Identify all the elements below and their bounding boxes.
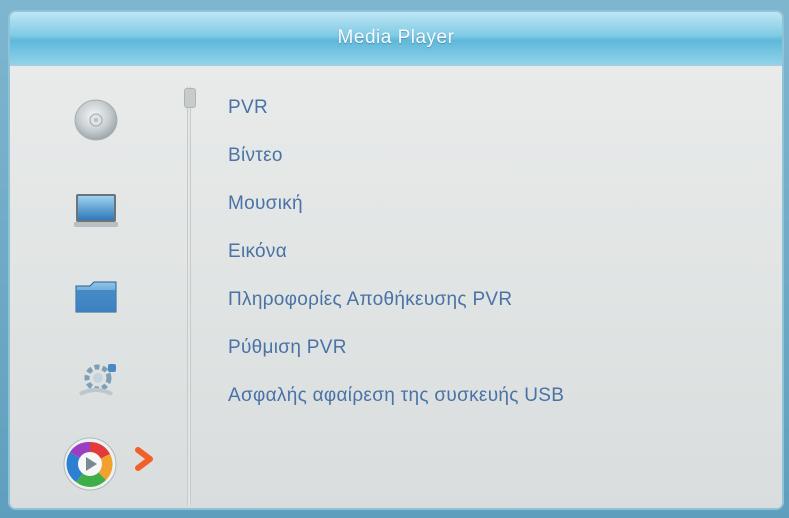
menu-item-pvr-settings[interactable]: Ρύθμιση PVR xyxy=(228,330,748,378)
content-area: PVR Βίντεο Μουσική Εικόνα Πληροφορίες Απ… xyxy=(10,66,782,508)
folder-icon[interactable] xyxy=(68,272,124,320)
menu-item-safe-remove-usb[interactable]: Ασφαλής αφαίρεση της συσκευής USB xyxy=(228,378,748,426)
media-player-window: Media Player PVR Βίντεο Μουσική Εικόνα Π… xyxy=(10,12,782,508)
menu-item-video[interactable]: Βίντεο xyxy=(228,138,748,186)
chevron-right-icon xyxy=(132,444,158,474)
media-play-icon[interactable] xyxy=(58,436,122,492)
page-title: Media Player xyxy=(337,27,455,48)
scrollbar-thumb[interactable] xyxy=(184,88,196,108)
settings-gear-icon[interactable] xyxy=(68,356,124,404)
title-bar: Media Player xyxy=(10,12,782,66)
menu-item-pvr-storage-info[interactable]: Πληροφορίες Αποθήκευσης PVR xyxy=(228,282,748,330)
vertical-divider xyxy=(187,86,191,506)
category-sidebar xyxy=(10,66,182,508)
menu-item-music[interactable]: Μουσική xyxy=(228,186,748,234)
tv-screen: Media Player PVR Βίντεο Μουσική Εικόνα Π… xyxy=(0,0,789,518)
media-menu: PVR Βίντεο Μουσική Εικόνα Πληροφορίες Απ… xyxy=(228,90,748,426)
menu-item-image[interactable]: Εικόνα xyxy=(228,234,748,282)
disc-icon[interactable] xyxy=(68,94,124,142)
menu-item-pvr[interactable]: PVR xyxy=(228,90,748,138)
monitor-icon[interactable] xyxy=(68,186,124,234)
